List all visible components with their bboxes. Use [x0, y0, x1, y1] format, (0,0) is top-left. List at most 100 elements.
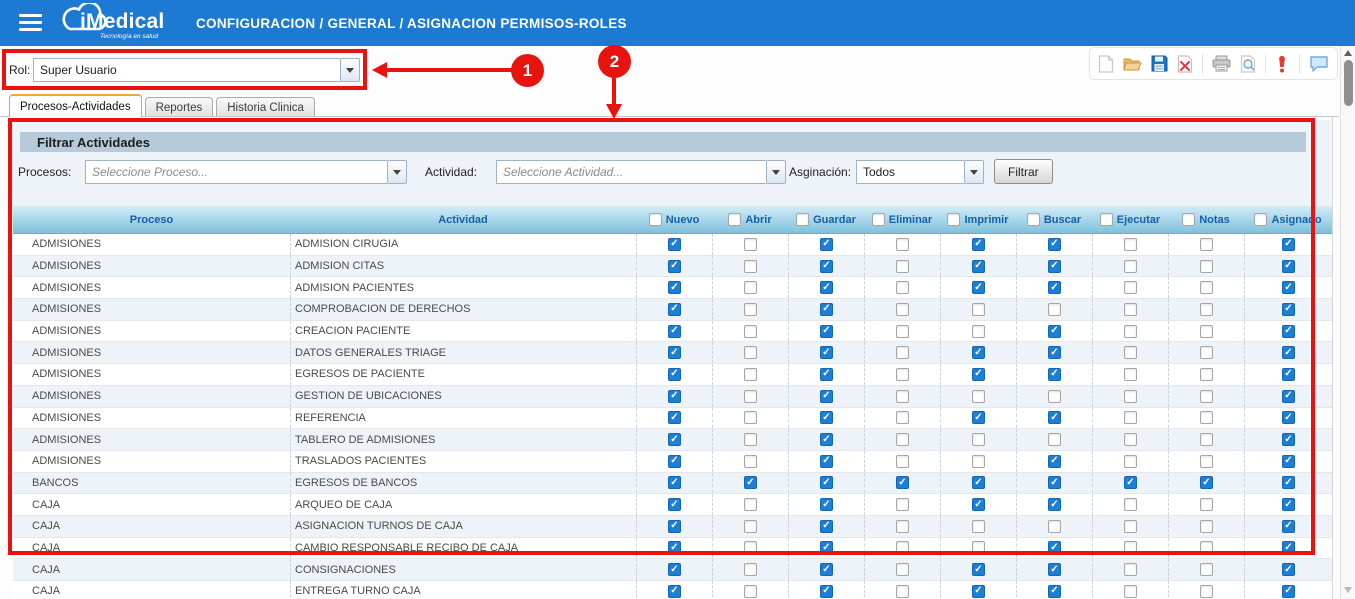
column-header-proceso[interactable]: Proceso: [13, 214, 290, 226]
checkbox-checked[interactable]: [668, 476, 681, 489]
checkbox-unchecked[interactable]: [896, 346, 909, 359]
checkbox-checked[interactable]: [820, 585, 833, 598]
checkbox-unchecked[interactable]: [972, 390, 985, 403]
rol-dropdown-arrow-icon[interactable]: [340, 58, 360, 82]
checkbox-unchecked[interactable]: [744, 498, 757, 511]
checkbox-checked[interactable]: [896, 476, 909, 489]
checkbox-unchecked[interactable]: [896, 411, 909, 424]
checkbox-unchecked[interactable]: [744, 520, 757, 533]
checkbox-unchecked[interactable]: [896, 260, 909, 273]
checkbox-unchecked[interactable]: [1124, 520, 1137, 533]
tab-reportes[interactable]: Reportes: [145, 97, 214, 117]
checkbox-unchecked[interactable]: [1200, 585, 1213, 598]
checkbox-unchecked[interactable]: [972, 303, 985, 316]
checkbox-unchecked[interactable]: [744, 346, 757, 359]
checkbox-checked[interactable]: [820, 476, 833, 489]
checkbox-checked[interactable]: [820, 433, 833, 446]
checkbox-checked[interactable]: [1048, 411, 1061, 424]
tab-procesos-actividades[interactable]: Procesos-Actividades: [9, 94, 142, 117]
alert-icon[interactable]: [1275, 54, 1291, 74]
checkbox-unchecked[interactable]: [972, 520, 985, 533]
checkbox-checked[interactable]: [1282, 303, 1295, 316]
checkbox-unchecked[interactable]: [1124, 260, 1137, 273]
checkbox-checked[interactable]: [820, 260, 833, 273]
checkbox-checked[interactable]: [972, 281, 985, 294]
checkbox-checked[interactable]: [1048, 585, 1061, 598]
checkbox-unchecked[interactable]: [896, 520, 909, 533]
checkbox-unchecked[interactable]: [744, 411, 757, 424]
checkbox-unchecked[interactable]: [1200, 455, 1213, 468]
checkbox-unchecked[interactable]: [744, 325, 757, 338]
checkbox-checked[interactable]: [820, 411, 833, 424]
checkbox-unchecked[interactable]: [1048, 390, 1061, 403]
rol-dropdown-value[interactable]: Super Usuario: [33, 58, 340, 82]
checkbox-checked[interactable]: [820, 303, 833, 316]
checkbox-unchecked[interactable]: [1200, 368, 1213, 381]
select-all-checkbox[interactable]: [649, 213, 662, 226]
checkbox-checked[interactable]: [668, 455, 681, 468]
checkbox-unchecked[interactable]: [1200, 238, 1213, 251]
checkbox-checked[interactable]: [668, 238, 681, 251]
checkbox-checked[interactable]: [1282, 433, 1295, 446]
checkbox-checked[interactable]: [668, 390, 681, 403]
select-all-checkbox[interactable]: [728, 213, 741, 226]
checkbox-checked[interactable]: [972, 411, 985, 424]
checkbox-checked[interactable]: [668, 325, 681, 338]
checkbox-unchecked[interactable]: [1124, 346, 1137, 359]
actividad-dropdown[interactable]: Seleccione Actividad...: [496, 160, 786, 184]
checkbox-unchecked[interactable]: [1124, 368, 1137, 381]
new-document-icon[interactable]: [1098, 54, 1114, 74]
checkbox-checked[interactable]: [1282, 346, 1295, 359]
checkbox-checked[interactable]: [668, 281, 681, 294]
checkbox-checked[interactable]: [1282, 476, 1295, 489]
checkbox-checked[interactable]: [972, 498, 985, 511]
checkbox-unchecked[interactable]: [744, 541, 757, 554]
checkbox-unchecked[interactable]: [1200, 390, 1213, 403]
checkbox-unchecked[interactable]: [896, 563, 909, 576]
checkbox-checked[interactable]: [1048, 238, 1061, 251]
checkbox-checked[interactable]: [820, 325, 833, 338]
checkbox-unchecked[interactable]: [1200, 325, 1213, 338]
checkbox-checked[interactable]: [744, 476, 757, 489]
checkbox-unchecked[interactable]: [1200, 433, 1213, 446]
select-all-checkbox[interactable]: [1100, 213, 1113, 226]
checkbox-checked[interactable]: [1282, 325, 1295, 338]
checkbox-unchecked[interactable]: [1124, 238, 1137, 251]
actividad-dropdown-placeholder[interactable]: Seleccione Actividad...: [496, 160, 766, 184]
checkbox-unchecked[interactable]: [1048, 433, 1061, 446]
checkbox-unchecked[interactable]: [744, 433, 757, 446]
checkbox-checked[interactable]: [820, 390, 833, 403]
checkbox-unchecked[interactable]: [972, 433, 985, 446]
checkbox-checked[interactable]: [820, 346, 833, 359]
checkbox-unchecked[interactable]: [896, 238, 909, 251]
checkbox-unchecked[interactable]: [972, 455, 985, 468]
procesos-dropdown-placeholder[interactable]: Seleccione Proceso...: [85, 160, 387, 184]
checkbox-checked[interactable]: [668, 411, 681, 424]
checkbox-checked[interactable]: [1282, 368, 1295, 381]
checkbox-checked[interactable]: [1282, 390, 1295, 403]
select-all-checkbox[interactable]: [1254, 213, 1267, 226]
asignacion-dropdown-value[interactable]: Todos: [856, 160, 964, 184]
checkbox-unchecked[interactable]: [972, 325, 985, 338]
select-all-checkbox[interactable]: [1027, 213, 1040, 226]
checkbox-checked[interactable]: [1124, 476, 1137, 489]
checkbox-checked[interactable]: [1282, 238, 1295, 251]
checkbox-checked[interactable]: [820, 498, 833, 511]
checkbox-checked[interactable]: [1048, 281, 1061, 294]
checkbox-checked[interactable]: [972, 238, 985, 251]
checkbox-checked[interactable]: [1048, 325, 1061, 338]
hamburger-menu-icon[interactable]: [19, 14, 42, 31]
checkbox-unchecked[interactable]: [896, 325, 909, 338]
checkbox-unchecked[interactable]: [1124, 411, 1137, 424]
checkbox-checked[interactable]: [820, 541, 833, 554]
checkbox-unchecked[interactable]: [896, 585, 909, 598]
checkbox-unchecked[interactable]: [1200, 303, 1213, 316]
select-all-checkbox[interactable]: [947, 213, 960, 226]
checkbox-checked[interactable]: [820, 520, 833, 533]
checkbox-checked[interactable]: [668, 260, 681, 273]
open-folder-icon[interactable]: [1123, 54, 1142, 74]
scroll-up-icon[interactable]: [1344, 50, 1352, 56]
scrollbar-thumb[interactable]: [1344, 60, 1353, 106]
checkbox-checked[interactable]: [820, 368, 833, 381]
checkbox-checked[interactable]: [820, 563, 833, 576]
